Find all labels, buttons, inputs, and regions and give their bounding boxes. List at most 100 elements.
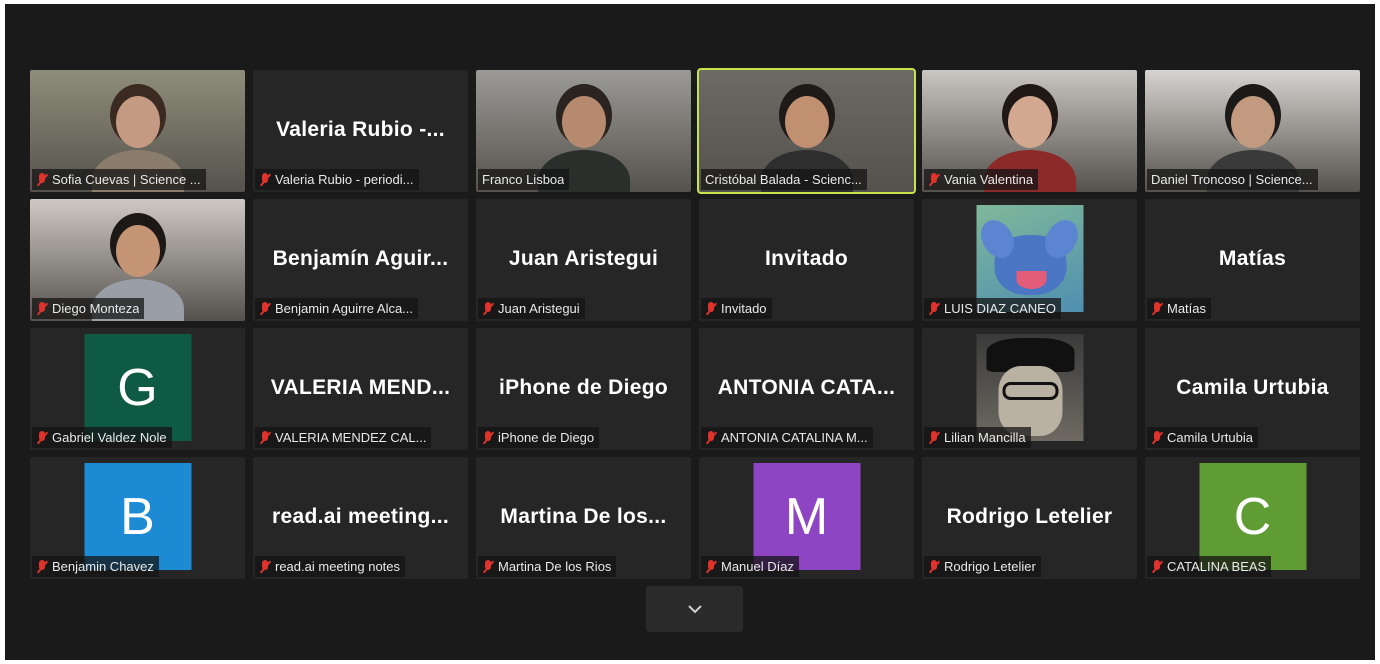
- participant-avatar: M: [753, 463, 860, 570]
- participant-tile[interactable]: LUIS DIAZ CANEO: [922, 199, 1137, 321]
- participant-name-label: Sofia Cuevas | Science ...: [32, 169, 206, 190]
- participant-face: [1008, 96, 1052, 148]
- muted-mic-icon: [705, 559, 717, 574]
- participant-display-name: iPhone de Diego: [498, 376, 668, 399]
- participant-name-label: Manuel Díaz: [701, 556, 799, 577]
- muted-mic-icon: [928, 559, 940, 574]
- participant-tile[interactable]: Camila Urtubia Camila Urtubia: [1145, 328, 1360, 450]
- participant-name: Diego Monteza: [52, 301, 140, 316]
- participant-display-name: Juan Aristegui: [508, 247, 659, 270]
- participant-tile[interactable]: VALERIA MEND... VALERIA MENDEZ CAL...: [253, 328, 468, 450]
- chevron-down-icon: [687, 605, 702, 614]
- participant-face: [116, 225, 160, 277]
- participant-name: Daniel Troncoso | Science...: [1151, 172, 1313, 187]
- participant-face: [1231, 96, 1275, 148]
- participant-tile[interactable]: ANTONIA CATA... ANTONIA CATALINA M...: [699, 328, 914, 450]
- muted-mic-icon: [259, 559, 271, 574]
- participant-name-label: Vania Valentina: [924, 169, 1039, 190]
- muted-mic-icon: [1151, 559, 1163, 574]
- participant-name: ANTONIA CATALINA M...: [721, 430, 868, 445]
- participant-name-label: Juan Aristegui: [478, 298, 585, 319]
- participant-name: Rodrigo Letelier: [944, 559, 1036, 574]
- muted-mic-icon: [928, 430, 940, 445]
- participant-name-label: Lilian Mancilla: [924, 427, 1031, 448]
- participant-tile[interactable]: Lilian Mancilla: [922, 328, 1137, 450]
- muted-mic-icon: [1151, 301, 1163, 316]
- participant-name: LUIS DIAZ CANEO: [944, 301, 1056, 316]
- participant-name-label: Camila Urtubia: [1147, 427, 1258, 448]
- participant-name-label: Benjamin Aguirre Alca...: [255, 298, 419, 319]
- muted-mic-icon: [1151, 430, 1163, 445]
- muted-mic-icon: [928, 301, 940, 316]
- muted-mic-icon: [36, 430, 48, 445]
- participant-avatar: G: [84, 334, 191, 441]
- participant-name: Manuel Díaz: [721, 559, 794, 574]
- participant-tile[interactable]: M Manuel Díaz: [699, 457, 914, 579]
- participant-display-name: Matías: [1218, 247, 1287, 270]
- participant-tile[interactable]: Cristóbal Balada - Scienc...: [697, 68, 916, 194]
- participant-tile[interactable]: Benjamín Aguir... Benjamin Aguirre Alca..…: [253, 199, 468, 321]
- participant-tile[interactable]: Sofia Cuevas | Science ...: [30, 70, 245, 192]
- participant-name: iPhone de Diego: [498, 430, 595, 445]
- muted-mic-icon: [928, 172, 940, 187]
- participant-name-label: CATALINA BEAS: [1147, 556, 1272, 577]
- muted-mic-icon: [36, 301, 48, 316]
- muted-mic-icon: [259, 301, 271, 316]
- participant-name: Camila Urtubia: [1167, 430, 1253, 445]
- muted-mic-icon: [36, 559, 48, 574]
- show-more-button[interactable]: [646, 586, 743, 632]
- participant-display-name: Martina De los...: [500, 505, 667, 528]
- participant-tile[interactable]: C CATALINA BEAS: [1145, 457, 1360, 579]
- participant-name-label: Benjamin Chavez: [32, 556, 159, 577]
- participant-name: VALERIA MENDEZ CAL...: [275, 430, 427, 445]
- participant-tile[interactable]: Invitado Invitado: [699, 199, 914, 321]
- participant-tile[interactable]: Vania Valentina: [922, 70, 1137, 192]
- participant-name: Benjamin Chavez: [52, 559, 154, 574]
- participant-name-label: Cristóbal Balada - Scienc...: [701, 169, 867, 190]
- muted-mic-icon: [259, 172, 271, 187]
- participant-name-label: Gabriel Valdez Nole: [32, 427, 172, 448]
- participant-name: Matías: [1167, 301, 1207, 316]
- participant-tile[interactable]: Juan Aristegui Juan Aristegui: [476, 199, 691, 321]
- participant-tile[interactable]: Valeria Rubio -... Valeria Rubio - period…: [253, 70, 468, 192]
- cartoon-face: [998, 366, 1062, 436]
- participant-name-label: iPhone de Diego: [478, 427, 600, 448]
- participant-name: Invitado: [721, 301, 767, 316]
- cartoon-glasses: [1002, 382, 1058, 400]
- participant-face: [562, 96, 606, 148]
- participant-tile[interactable]: Franco Lisboa: [476, 70, 691, 192]
- participant-name: Franco Lisboa: [482, 172, 565, 187]
- cartoon-mouth: [1016, 271, 1046, 289]
- participant-tile[interactable]: iPhone de Diego iPhone de Diego: [476, 328, 691, 450]
- participant-name-label: Diego Monteza: [32, 298, 145, 319]
- participant-name-label: Franco Lisboa: [478, 169, 570, 190]
- participant-display-name: Camila Urtubia: [1176, 376, 1329, 399]
- participant-tile[interactable]: G Gabriel Valdez Nole: [30, 328, 245, 450]
- participant-name: Juan Aristegui: [498, 301, 580, 316]
- participant-name-label: ANTONIA CATALINA M...: [701, 427, 873, 448]
- participant-name: Sofia Cuevas | Science ...: [52, 172, 201, 187]
- participant-name: read.ai meeting notes: [275, 559, 401, 574]
- participant-display-name: read.ai meeting...: [272, 505, 449, 528]
- participant-name: CATALINA BEAS: [1167, 559, 1267, 574]
- participant-name: Martina De los Rios: [498, 559, 612, 574]
- participant-name-label: Invitado: [701, 298, 772, 319]
- muted-mic-icon: [482, 301, 494, 316]
- participant-tile[interactable]: read.ai meeting... read.ai meeting notes: [253, 457, 468, 579]
- participant-display-name: Invitado: [765, 247, 848, 270]
- participant-tile[interactable]: Matías Matías: [1145, 199, 1360, 321]
- participant-name-label: LUIS DIAZ CANEO: [924, 298, 1061, 319]
- participant-tile[interactable]: Martina De los... Martina De los Rios: [476, 457, 691, 579]
- participant-tile[interactable]: Daniel Troncoso | Science...: [1145, 70, 1360, 192]
- participant-display-name: ANTONIA CATA...: [717, 376, 896, 399]
- participant-tile[interactable]: B Benjamin Chavez: [30, 457, 245, 579]
- participant-name-label: Valeria Rubio - periodi...: [255, 169, 419, 190]
- participant-avatar: B: [84, 463, 191, 570]
- participant-name: Cristóbal Balada - Scienc...: [705, 172, 862, 187]
- participant-name: Benjamin Aguirre Alca...: [275, 301, 414, 316]
- participant-name-label: VALERIA MENDEZ CAL...: [255, 427, 432, 448]
- participant-tile[interactable]: Diego Monteza: [30, 199, 245, 321]
- participant-tile[interactable]: Rodrigo Letelier Rodrigo Letelier: [922, 457, 1137, 579]
- muted-mic-icon: [705, 430, 717, 445]
- participant-display-name: Benjamín Aguir...: [272, 247, 449, 270]
